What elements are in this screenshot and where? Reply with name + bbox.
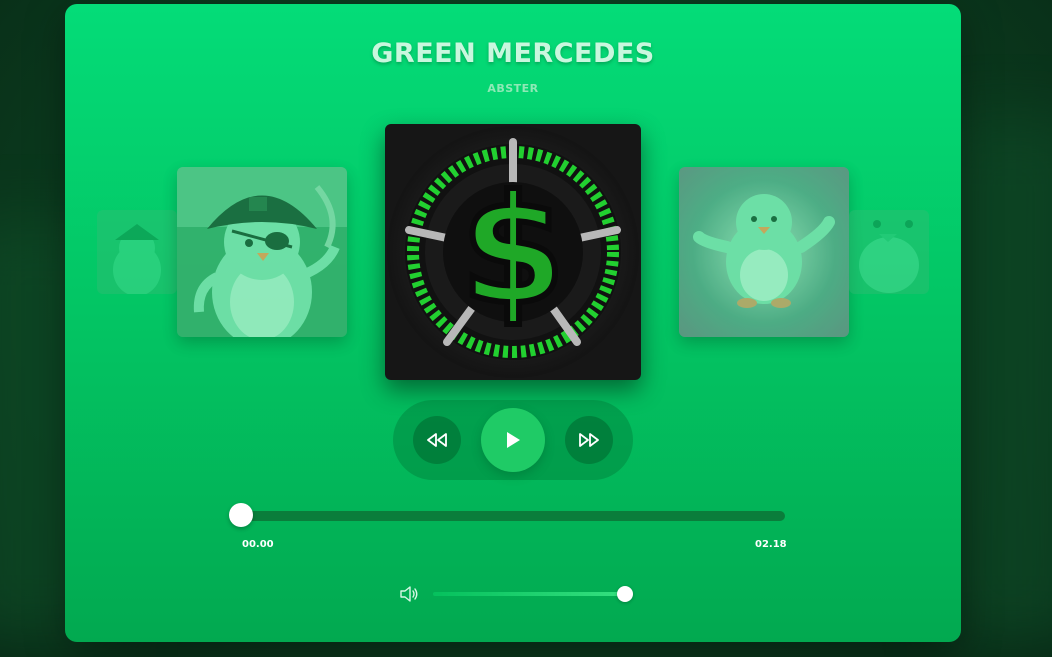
fast-forward-button[interactable]	[565, 416, 613, 464]
volume-thumb[interactable]	[617, 586, 633, 602]
pirate-penguin-art	[97, 210, 177, 294]
dollar-sign-wheel-art: $	[385, 124, 641, 380]
progress-bar[interactable]	[241, 511, 785, 521]
pirate-penguin-art	[177, 167, 347, 337]
play-button[interactable]	[481, 408, 545, 472]
cover-left[interactable]	[177, 167, 347, 337]
svg-text:$: $	[461, 164, 565, 338]
flying-penguin-art	[679, 167, 849, 337]
play-icon	[507, 432, 520, 448]
cover-right[interactable]	[679, 167, 849, 337]
rewind-icon	[427, 433, 447, 447]
fast-forward-icon	[579, 433, 599, 447]
rewind-button[interactable]	[413, 416, 461, 464]
total-time: 02.18	[755, 539, 787, 550]
track-title: GREEN MERCEDES	[371, 38, 655, 69]
current-time: 00.00	[242, 539, 274, 550]
track-artist: ABSTER	[487, 82, 539, 95]
playback-controls	[393, 400, 633, 480]
penguin-art	[849, 210, 929, 294]
cover-center[interactable]: $	[385, 124, 641, 380]
cover-far-right[interactable]	[849, 210, 929, 294]
cover-far-left[interactable]	[97, 210, 177, 294]
speaker-icon[interactable]	[399, 585, 419, 603]
volume-slider[interactable]	[433, 592, 625, 596]
music-player-card: GREEN MERCEDES ABSTER $ 00.00 02.18	[65, 4, 961, 642]
progress-thumb[interactable]	[229, 503, 253, 527]
